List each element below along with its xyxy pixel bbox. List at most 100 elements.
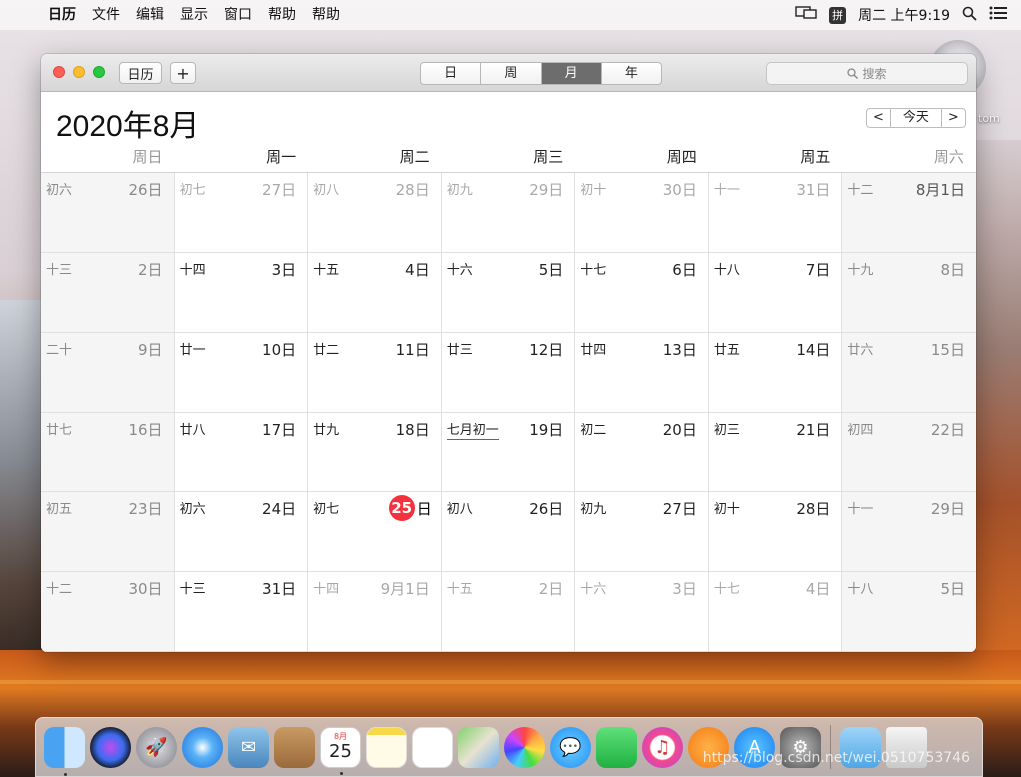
day-cell[interactable]: 十二 8月1日 bbox=[842, 173, 976, 253]
day-cell[interactable]: 廿八 17日 bbox=[174, 412, 309, 493]
search-field[interactable]: 搜索 bbox=[766, 62, 968, 85]
day-cell[interactable]: 廿九 18日 bbox=[308, 412, 442, 493]
day-cell[interactable]: 十三 31日 bbox=[174, 572, 309, 652]
menu-help-2[interactable]: 帮助 bbox=[304, 0, 348, 30]
notes-icon[interactable] bbox=[366, 726, 407, 768]
window-titlebar[interactable]: 日历 + 日 周 月 年 搜索 bbox=[41, 54, 976, 92]
close-button[interactable] bbox=[53, 66, 65, 78]
day-cell[interactable]: 初六 24日 bbox=[174, 492, 309, 573]
day-number: 24日 bbox=[262, 500, 297, 519]
tab-week[interactable]: 周 bbox=[481, 63, 542, 84]
day-cell[interactable]: 初十 28日 bbox=[708, 492, 843, 573]
input-method-icon[interactable]: 拼 bbox=[829, 6, 847, 24]
minimize-button[interactable] bbox=[73, 66, 85, 78]
finder-icon[interactable] bbox=[44, 726, 85, 776]
notification-center-icon[interactable] bbox=[989, 6, 1007, 24]
day-cell[interactable]: 初六 26日 bbox=[41, 173, 175, 253]
add-event-button[interactable]: + bbox=[170, 62, 196, 84]
day-cell[interactable]: 初八 26日 bbox=[441, 492, 576, 573]
day-cell[interactable]: 初五 23日 bbox=[41, 492, 175, 573]
wallpaper-mountain-right bbox=[971, 140, 1021, 660]
mail-icon[interactable]: ✉ bbox=[228, 726, 269, 768]
maps-icon[interactable] bbox=[458, 726, 499, 768]
day-cell[interactable]: 初九 29日 bbox=[441, 173, 576, 253]
today-button[interactable]: 今天 bbox=[891, 109, 942, 127]
day-cell[interactable]: 廿五 14日 bbox=[708, 332, 843, 413]
menubar-clock[interactable]: 周二 上午9:19 bbox=[858, 5, 950, 25]
day-number: 3日 bbox=[271, 260, 297, 279]
day-cell[interactable]: 廿四 13日 bbox=[575, 332, 709, 413]
menu-window[interactable]: 窗口 bbox=[216, 0, 260, 30]
lunar-date: 初九 bbox=[446, 183, 473, 198]
tab-day[interactable]: 日 bbox=[421, 63, 482, 84]
spotlight-search-icon[interactable] bbox=[962, 6, 977, 25]
photos-icon[interactable] bbox=[504, 726, 545, 768]
next-month-button[interactable]: > bbox=[942, 109, 965, 127]
day-cell[interactable]: 二十 9日 bbox=[41, 332, 175, 413]
day-cell[interactable]: 廿一 10日 bbox=[174, 332, 309, 413]
day-cell[interactable]: 十四 3日 bbox=[174, 252, 309, 333]
day-cell[interactable]: 十二 30日 bbox=[41, 572, 175, 652]
day-cell[interactable]: 十五 4日 bbox=[308, 252, 442, 333]
day-cell[interactable]: 七月初一 19日 bbox=[441, 412, 576, 493]
menu-edit[interactable]: 编辑 bbox=[128, 0, 172, 30]
fullscreen-button[interactable] bbox=[93, 66, 105, 78]
contacts-icon[interactable] bbox=[274, 726, 315, 768]
calendars-button[interactable]: 日历 bbox=[119, 62, 162, 84]
day-cell[interactable]: 十九 8日 bbox=[842, 252, 976, 333]
airplay-display-icon[interactable] bbox=[795, 6, 817, 24]
day-cell[interactable]: 初二 20日 bbox=[575, 412, 709, 493]
day-cell[interactable]: 十八 5日 bbox=[842, 572, 976, 652]
day-cell[interactable]: 廿三 12日 bbox=[441, 332, 576, 413]
day-number: 12日 bbox=[529, 340, 564, 359]
day-cell[interactable]: 十一 31日 bbox=[708, 173, 843, 253]
day-cell[interactable]: 廿七 16日 bbox=[41, 412, 175, 493]
safari-icon[interactable] bbox=[182, 726, 223, 768]
day-cell[interactable]: 初三 21日 bbox=[708, 412, 843, 493]
day-cell[interactable]: 廿六 15日 bbox=[842, 332, 976, 413]
day-cell[interactable]: 十三 2日 bbox=[41, 252, 175, 333]
menu-file[interactable]: 文件 bbox=[84, 0, 128, 30]
day-number: 9月1日 bbox=[380, 580, 430, 599]
facetime-icon[interactable] bbox=[596, 726, 637, 768]
lunar-date: 十三 bbox=[179, 582, 206, 598]
calendar-icon-day: 25 bbox=[329, 741, 352, 762]
day-cell[interactable]: 十六 5日 bbox=[441, 252, 576, 333]
tab-month[interactable]: 月 bbox=[541, 63, 602, 84]
day-cell[interactable]: 初九 27日 bbox=[575, 492, 709, 573]
day-cell[interactable]: 十五 2日 bbox=[441, 572, 576, 652]
menu-app-calendar[interactable]: 日历 bbox=[40, 0, 84, 30]
reminders-icon[interactable] bbox=[412, 726, 453, 768]
day-cell[interactable]: 十八 7日 bbox=[708, 252, 843, 333]
itunes-icon[interactable]: ♫ bbox=[642, 726, 683, 768]
lunar-date: 十五 bbox=[446, 582, 473, 598]
siri-icon[interactable] bbox=[90, 726, 131, 768]
day-cell[interactable]: 初十 30日 bbox=[575, 173, 709, 253]
launchpad-icon[interactable]: 🚀 bbox=[136, 726, 177, 768]
day-number: 13日 bbox=[662, 340, 697, 359]
day-cell[interactable]: 十六 3日 bbox=[575, 572, 709, 652]
day-cell[interactable]: 初七 27日 bbox=[174, 173, 309, 253]
lunar-date: 十六 bbox=[446, 262, 473, 278]
window-controls bbox=[53, 66, 105, 78]
lunar-date: 初九 bbox=[580, 502, 607, 518]
day-number: 8月1日 bbox=[915, 181, 965, 199]
day-cell[interactable]: 十七 4日 bbox=[708, 572, 843, 652]
menu-help[interactable]: 帮助 bbox=[260, 0, 304, 30]
lunar-date: 初四 bbox=[847, 422, 874, 438]
menu-view[interactable]: 显示 bbox=[172, 0, 216, 30]
today-cell[interactable]: 初七 25 日 bbox=[308, 492, 442, 573]
day-cell[interactable]: 十四 9月1日 bbox=[308, 572, 442, 652]
day-number: 9日 bbox=[138, 340, 163, 359]
previous-month-button[interactable]: < bbox=[867, 109, 891, 127]
lunar-date: 初三 bbox=[713, 422, 740, 438]
calendar-icon[interactable]: 8月 25 bbox=[320, 726, 361, 775]
day-number: 17日 bbox=[262, 420, 297, 439]
day-cell[interactable]: 十七 6日 bbox=[575, 252, 709, 333]
tab-year[interactable]: 年 bbox=[602, 63, 661, 84]
messages-icon[interactable]: 💬 bbox=[550, 726, 591, 768]
day-cell[interactable]: 初八 28日 bbox=[308, 173, 442, 253]
day-cell[interactable]: 廿二 11日 bbox=[308, 332, 442, 413]
day-cell[interactable]: 初四 22日 bbox=[842, 412, 976, 493]
day-cell[interactable]: 十一 29日 bbox=[842, 492, 976, 573]
